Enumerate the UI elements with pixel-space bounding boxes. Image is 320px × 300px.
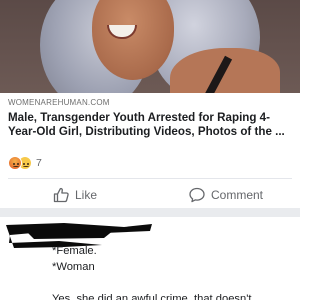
link-headline[interactable]: Male, Transgender Youth Arrested for Rap… [8, 111, 294, 138]
speech-bubble-icon [189, 187, 205, 203]
link-source-domain[interactable]: WOMENAREHUMAN.COM [8, 98, 110, 107]
comment-line: Yes, she did an awful crime, that doesn'… [52, 293, 252, 300]
link-preview-image[interactable] [0, 0, 300, 93]
section-separator [0, 208, 300, 217]
thumbs-up-icon [53, 187, 69, 203]
like-label: Like [75, 188, 98, 202]
comment-label: Comment [211, 188, 264, 202]
reaction-summary[interactable]: 7 [8, 155, 42, 171]
comment-line: *Female. [52, 245, 97, 257]
like-button[interactable]: Like [53, 185, 97, 205]
comment-line: *Woman [52, 261, 95, 273]
comment-button[interactable]: Comment [189, 185, 263, 205]
comment-body: *Female. *Woman Yes, she did an awful cr… [52, 243, 296, 300]
divider [8, 178, 292, 179]
comment: *Female. *Woman Yes, she did an awful cr… [0, 217, 300, 300]
angry-reaction-icon [8, 156, 22, 170]
reaction-count[interactable]: 7 [36, 157, 42, 169]
